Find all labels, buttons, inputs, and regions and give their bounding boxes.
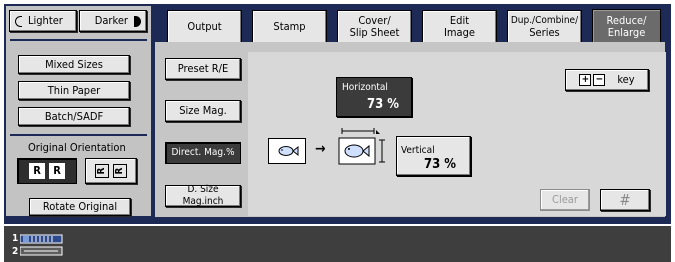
original-orientation-label: Original Orientation xyxy=(28,141,126,154)
darker-button[interactable]: Darker xyxy=(79,10,147,32)
darker-label: Darker xyxy=(94,14,128,27)
vertical-value: 73 % xyxy=(423,157,456,172)
upright-r-icon-2: R xyxy=(49,163,65,179)
lighter-label: Lighter xyxy=(28,14,63,27)
mixed-sizes-button[interactable]: Mixed Sizes xyxy=(18,55,130,74)
right-half-icon xyxy=(134,15,141,27)
orientation-upright-button[interactable]: R R xyxy=(17,158,77,184)
orientation-separator xyxy=(10,134,147,136)
rotate-original-label: Rotate Original xyxy=(42,200,118,213)
tab-output-label: Output xyxy=(187,19,222,33)
left-panel-separator xyxy=(10,39,147,41)
tab-cover-label-1: Cover/ xyxy=(358,13,391,27)
size-mag-label: Size Mag. xyxy=(179,104,227,117)
horizontal-caption: Horizontal xyxy=(342,82,388,93)
tab-edit-label-2: Image xyxy=(444,25,475,39)
left-half-icon xyxy=(15,15,22,27)
scaled-image-icon xyxy=(338,126,394,170)
tab-reduce-label-1: Reduce/ xyxy=(606,13,647,27)
direct-mag-label: Direct. Mag.% xyxy=(171,147,235,158)
rotated-r-icon: R xyxy=(95,164,109,178)
thin-paper-label: Thin Paper xyxy=(47,83,101,97)
tab-output[interactable]: Output xyxy=(167,10,242,42)
minus-icon: − xyxy=(593,74,606,86)
tab-dup-combine-series[interactable]: Dup./Combine/ Series xyxy=(507,10,582,42)
thin-paper-button[interactable]: Thin Paper xyxy=(18,81,130,100)
upright-r-icon: R xyxy=(29,163,45,179)
hash-label: # xyxy=(619,191,631,209)
rotate-original-button[interactable]: Rotate Original xyxy=(29,198,131,216)
horizontal-value: 73 % xyxy=(366,97,399,112)
tab-dup-label-1: Dup./Combine/ xyxy=(510,14,579,26)
lighter-button[interactable]: Lighter xyxy=(9,10,77,32)
tab-dup-label-2: Series xyxy=(529,25,560,39)
batch-sadf-button[interactable]: Batch/SADF xyxy=(18,107,130,126)
d-size-mag-button[interactable]: D. Size Mag.inch xyxy=(165,184,241,207)
d-size-mag-label: D. Size Mag.inch xyxy=(182,184,224,207)
tab-stamp[interactable]: Stamp xyxy=(252,10,327,42)
tab-cover-slip-sheet[interactable]: Cover/ Slip Sheet xyxy=(337,10,412,42)
tab-reduce-enlarge[interactable]: Reduce/ Enlarge xyxy=(592,9,661,43)
horizontal-mag-button[interactable]: Horizontal 73 % xyxy=(336,77,412,117)
plus-icon: + xyxy=(579,74,592,86)
status-bar xyxy=(4,226,671,262)
mixed-sizes-label: Mixed Sizes xyxy=(45,57,103,71)
preset-re-button[interactable]: Preset R/E xyxy=(165,58,241,80)
clear-button[interactable]: Clear xyxy=(540,189,590,211)
arrow-icon: → xyxy=(315,141,326,157)
tab-edit-image[interactable]: Edit Image xyxy=(422,10,497,42)
orientation-rotated-button[interactable]: R R xyxy=(85,158,137,184)
clear-label: Clear xyxy=(552,193,578,206)
tray-2-number: 2 xyxy=(12,246,19,257)
keypad-toggle-button[interactable]: + − key xyxy=(565,69,649,91)
direct-mag-button[interactable]: Direct. Mag.% xyxy=(165,142,241,164)
rotated-r-icon-2: R xyxy=(113,164,127,178)
preset-re-label: Preset R/E xyxy=(177,62,229,75)
size-mag-button[interactable]: Size Mag. xyxy=(165,100,241,122)
batch-sadf-label: Batch/SADF xyxy=(44,109,104,123)
vertical-caption: Vertical xyxy=(401,145,435,156)
key-label: key xyxy=(617,73,635,86)
original-image-icon xyxy=(268,138,306,164)
tab-edit-label-1: Edit xyxy=(449,13,470,27)
tab-stamp-label: Stamp xyxy=(273,19,306,33)
vertical-mag-button[interactable]: Vertical 73 % xyxy=(396,136,471,176)
tab-cover-label-2: Slip Sheet xyxy=(349,25,400,39)
tab-reduce-label-2: Enlarge xyxy=(607,25,646,39)
tray-1-number: 1 xyxy=(12,233,19,244)
paper-tray-icon xyxy=(19,233,66,257)
enter-hash-button[interactable]: # xyxy=(600,189,650,211)
